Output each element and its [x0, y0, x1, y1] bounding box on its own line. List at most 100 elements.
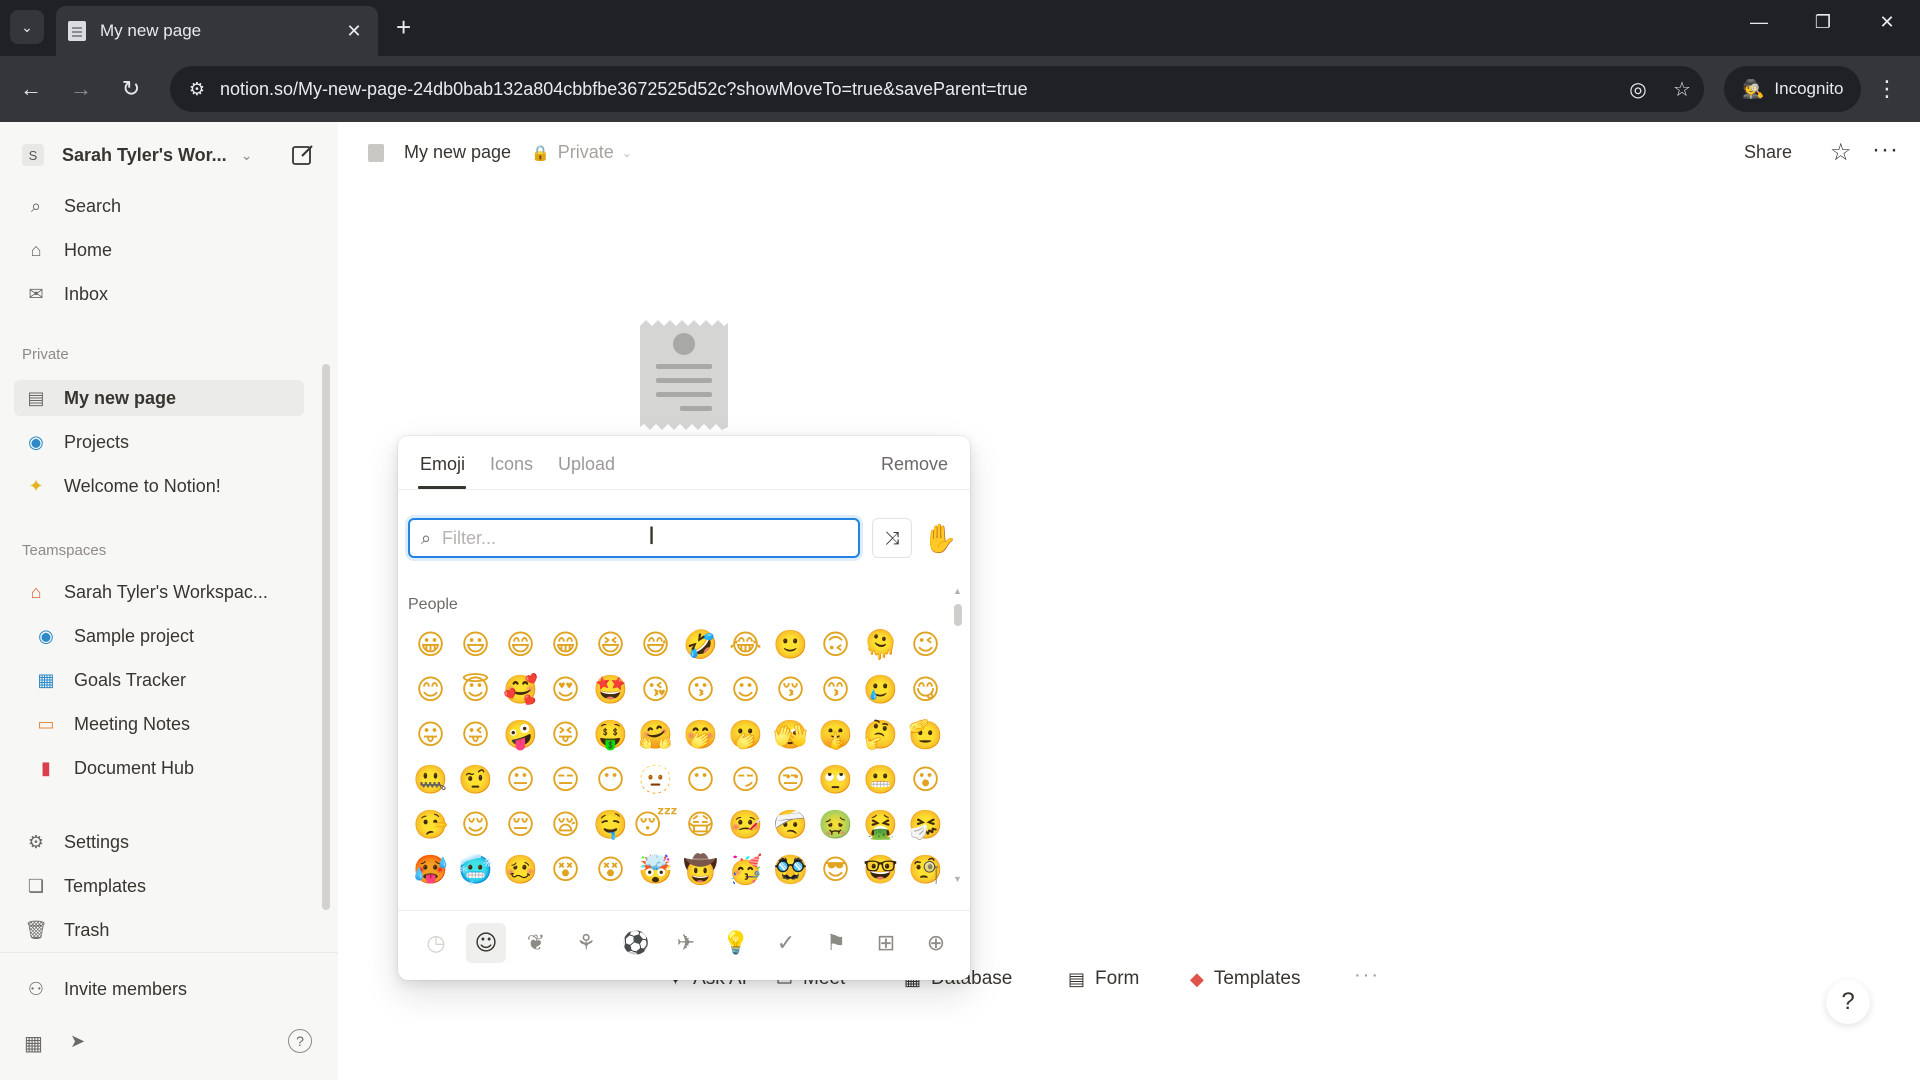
emoji-cell[interactable]: 🤫 [813, 712, 858, 757]
emoji-cell[interactable]: 🤨 [453, 757, 498, 802]
sidebar-item-inbox[interactable]: ✉ Inbox [14, 276, 304, 312]
emoji-cell[interactable]: 😆 [588, 622, 633, 667]
tab-upload[interactable]: Upload [558, 454, 615, 475]
emoji-cell[interactable]: 🤭 [678, 712, 723, 757]
form-button[interactable]: ▤ Form [1068, 962, 1139, 996]
invite-members-button[interactable]: ⚇ Invite members [14, 971, 304, 1007]
emoji-cell[interactable]: 😶 [678, 757, 723, 802]
emoji-cell[interactable]: 😙 [813, 667, 858, 712]
send-icon[interactable]: ➤ [70, 1031, 85, 1052]
emoji-cell[interactable]: 🙂 [768, 622, 813, 667]
emoji-cell[interactable]: 😄 [498, 622, 543, 667]
emoji-cell[interactable]: 🤧 [903, 802, 948, 847]
workspace-switcher[interactable]: S Sarah Tyler's Wor... ⌄ [22, 140, 322, 170]
teamspaces-section-heading[interactable]: Teamspaces [22, 542, 106, 559]
emoji-cell[interactable]: 😁 [543, 622, 588, 667]
emoji-cell[interactable]: 😪 [543, 802, 588, 847]
random-emoji-button[interactable]: ⤨ [872, 518, 912, 558]
category-symbols-icon[interactable]: ✓ [766, 923, 806, 963]
category-add-icon[interactable]: ⊕ [916, 923, 956, 963]
category-activity-icon[interactable]: ⚽ [616, 923, 656, 963]
emoji-cell[interactable]: 😜 [453, 712, 498, 757]
emoji-cell[interactable]: 🤑 [588, 712, 633, 757]
sidebar-item-settings[interactable]: ⚙ Settings [14, 824, 304, 860]
emoji-cell[interactable]: 😘 [633, 667, 678, 712]
window-close-icon[interactable]: ✕ [1872, 12, 1902, 33]
emoji-cell[interactable]: 🫠 [858, 622, 903, 667]
emoji-cell[interactable]: 🤢 [813, 802, 858, 847]
sidebar-item-home[interactable]: ⌂ Home [14, 232, 304, 268]
emoji-filter-field[interactable]: ⌕ [408, 518, 860, 558]
sidebar-item-teamspace[interactable]: ⌂ Sarah Tyler's Workspac... [14, 574, 304, 610]
sidebar-item-trash[interactable]: 🗑 Trash [14, 912, 304, 948]
sidebar-item-projects[interactable]: ◉ Projects [14, 424, 304, 460]
category-objects-icon[interactable]: 💡 [716, 923, 756, 963]
bookmark-star-icon[interactable]: ☆ [1660, 77, 1704, 102]
emoji-scrollbar[interactable]: ▲ ▼ [952, 586, 964, 888]
templates-button[interactable]: ◆ Templates [1190, 962, 1300, 996]
emoji-cell[interactable]: 😴 [633, 802, 678, 847]
emoji-cell[interactable]: 🫣 [768, 712, 813, 757]
emoji-cell[interactable]: 😊 [408, 667, 453, 712]
url-text[interactable]: notion.so/My-new-page-24db0bab132a804cbb… [220, 79, 1616, 100]
emoji-cell[interactable]: 😏 [723, 757, 768, 802]
emoji-cell[interactable]: 🥵 [408, 847, 453, 892]
address-bar[interactable]: ⚙ notion.so/My-new-page-24db0bab132a804c… [170, 66, 1704, 112]
emoji-cell[interactable]: 🫢 [723, 712, 768, 757]
emoji-cell[interactable]: 🙄 [813, 757, 858, 802]
more-actions-icon[interactable]: ··· [1354, 964, 1380, 987]
close-tab-icon[interactable]: ✕ [342, 21, 366, 42]
category-flags-icon[interactable]: ⚑ [816, 923, 856, 963]
sidebar-item-search[interactable]: ⌕ Search [14, 188, 304, 224]
category-nature-icon[interactable]: ❦ [516, 923, 556, 963]
category-people-icon[interactable]: ☺ [466, 923, 506, 963]
emoji-cell[interactable]: 🤤 [588, 802, 633, 847]
category-food-icon[interactable]: ⚘ [566, 923, 606, 963]
scrollbar-thumb[interactable] [322, 364, 330, 910]
emoji-cell[interactable]: 😬 [858, 757, 903, 802]
skin-tone-button[interactable]: ✋ [920, 516, 960, 560]
emoji-cell[interactable]: 🤣 [678, 622, 723, 667]
emoji-cell[interactable]: 🤠 [678, 847, 723, 892]
breadcrumb[interactable]: My new page 🔒 Private ⌄ [368, 142, 632, 163]
incognito-badge[interactable]: 🕵 Incognito [1724, 66, 1862, 112]
forward-icon[interactable]: → [66, 75, 96, 103]
visibility-label[interactable]: Private [558, 142, 614, 163]
sidebar-item-templates[interactable]: ❏ Templates [14, 868, 304, 904]
site-info-icon[interactable]: ⚙ [174, 79, 220, 100]
tab-search-button[interactable]: ⌄ [10, 10, 44, 44]
sidebar-item-welcome[interactable]: ✦ Welcome to Notion! [14, 468, 304, 504]
new-page-icon[interactable] [290, 142, 316, 168]
emoji-cell[interactable]: 🙃 [813, 622, 858, 667]
emoji-cell[interactable]: 😝 [543, 712, 588, 757]
emoji-cell[interactable]: 🥰 [498, 667, 543, 712]
emoji-cell[interactable]: 😶 [588, 757, 633, 802]
emoji-cell[interactable]: 🤕 [768, 802, 813, 847]
emoji-cell[interactable]: 😛 [408, 712, 453, 757]
sidebar-item-my-new-page[interactable]: ▤ My new page [14, 380, 304, 416]
page-document-icon[interactable] [640, 320, 728, 430]
emoji-cell[interactable]: 😇 [453, 667, 498, 712]
emoji-cell[interactable]: 😗 [678, 667, 723, 712]
emoji-cell[interactable]: 🤒 [723, 802, 768, 847]
restore-icon[interactable]: ❐ [1808, 12, 1838, 33]
emoji-cell[interactable]: 😀 [408, 622, 453, 667]
category-travel-icon[interactable]: ✈ [666, 923, 706, 963]
emoji-cell[interactable]: 😐 [498, 757, 543, 802]
emoji-cell[interactable]: 😵 [588, 847, 633, 892]
emoji-cell[interactable]: 😵 [543, 847, 588, 892]
sidebar-item-goals-tracker[interactable]: ▦ Goals Tracker [24, 662, 314, 698]
emoji-cell[interactable]: 🥲 [858, 667, 903, 712]
category-recent-icon[interactable]: ◷ [416, 923, 456, 963]
private-section-heading[interactable]: Private [22, 346, 69, 363]
emoji-filter-input[interactable] [442, 527, 842, 549]
emoji-cell[interactable]: 😑 [543, 757, 588, 802]
emoji-cell[interactable]: 🥴 [498, 847, 543, 892]
emoji-cell[interactable]: 🤗 [633, 712, 678, 757]
calendar-icon[interactable]: ▦ [24, 1031, 43, 1056]
remove-icon-button[interactable]: Remove [881, 454, 948, 475]
emoji-cell[interactable]: 😚 [768, 667, 813, 712]
tab-emoji[interactable]: Emoji [420, 454, 465, 475]
sidebar-item-sample-project[interactable]: ◉ Sample project [24, 618, 314, 654]
sidebar-item-meeting-notes[interactable]: ▭ Meeting Notes [24, 706, 314, 742]
